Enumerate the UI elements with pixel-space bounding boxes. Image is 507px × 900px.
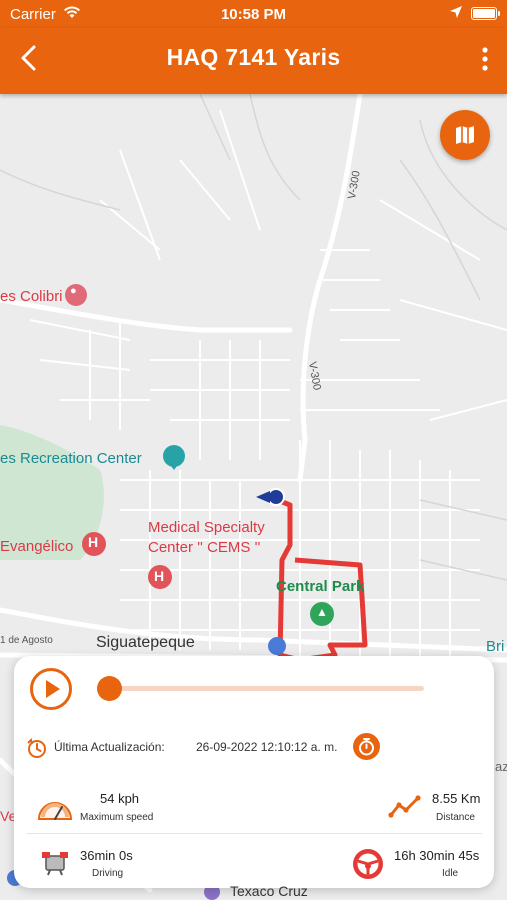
more-vertical-icon[interactable]	[481, 46, 489, 72]
stat-max-speed: 54 kph Maximum speed	[36, 791, 186, 831]
map-label-bri: Bri	[486, 638, 505, 655]
last-update-value: 26-09-2022 12:10:12 a. m.	[196, 740, 338, 754]
speedometer-icon	[37, 802, 73, 820]
map-label-agosto: 1 de Agosto	[0, 635, 53, 646]
trip-summary-panel: Última Actualización: 26-09-2022 12:10:1…	[14, 656, 494, 888]
map-label-az: az	[495, 759, 507, 774]
map-label-recreation: es Recreation Center	[0, 450, 142, 467]
play-icon[interactable]	[30, 668, 72, 710]
playback-slider-thumb[interactable]	[96, 676, 122, 701]
stopwatch-icon	[359, 738, 374, 756]
map-label-hotel: es Colibri	[0, 288, 63, 305]
map-label-medical-line2: Center '' CEMS ''	[148, 539, 261, 556]
last-update-label: Última Actualización:	[54, 740, 165, 754]
map-label-siguatepeque: Siguatepeque	[96, 634, 195, 651]
route-trend-icon	[388, 795, 421, 818]
stat-idle-label: Idle	[442, 868, 459, 879]
nav-bar: HAQ 7141 Yaris	[0, 28, 507, 94]
stat-distance: 8.55 Km Distance	[384, 791, 484, 831]
map-toggle-button[interactable]	[440, 110, 490, 160]
stat-driving-label: Driving	[92, 868, 124, 879]
hospital-pin-icon: H	[154, 568, 165, 584]
park-pin-icon: ▲	[316, 605, 328, 619]
stat-idle: 16h 30min 45s Idle	[350, 846, 490, 886]
stat-max-speed-label: Maximum speed	[80, 812, 154, 823]
engine-icon	[42, 852, 68, 876]
stats-divider	[26, 833, 482, 834]
clock: 10:58 PM	[220, 6, 287, 23]
status-bar: Carrier 10:58 PM	[0, 0, 507, 28]
page-title: HAQ 7141 Yaris	[166, 44, 341, 70]
stat-driving: 36min 0s Driving	[40, 846, 190, 886]
map-icon	[456, 126, 474, 144]
map-label-texaco: Texaco Cruz	[230, 883, 308, 899]
hospital-pin-icon: H	[88, 534, 99, 550]
stat-max-speed-value: 54 kph	[100, 791, 140, 806]
location-arrow-icon	[450, 6, 462, 18]
map-label-medical-line1: Medical Specialty	[148, 519, 265, 536]
stat-driving-value: 36min 0s	[80, 848, 133, 863]
battery-icon	[471, 7, 500, 20]
playback-slider-track[interactable]	[99, 686, 424, 691]
steering-wheel-icon	[353, 849, 383, 879]
map-label-evangelico: Evangélico	[0, 538, 74, 555]
hotel-pin-icon: ●	[70, 285, 77, 297]
stat-idle-value: 16h 30min 45s	[394, 848, 480, 863]
timer-button[interactable]	[353, 733, 380, 760]
stat-distance-label: Distance	[436, 812, 475, 823]
stat-distance-value: 8.55 Km	[432, 791, 481, 806]
map-label-central-park: Central Park	[276, 578, 365, 595]
history-icon	[27, 738, 46, 758]
